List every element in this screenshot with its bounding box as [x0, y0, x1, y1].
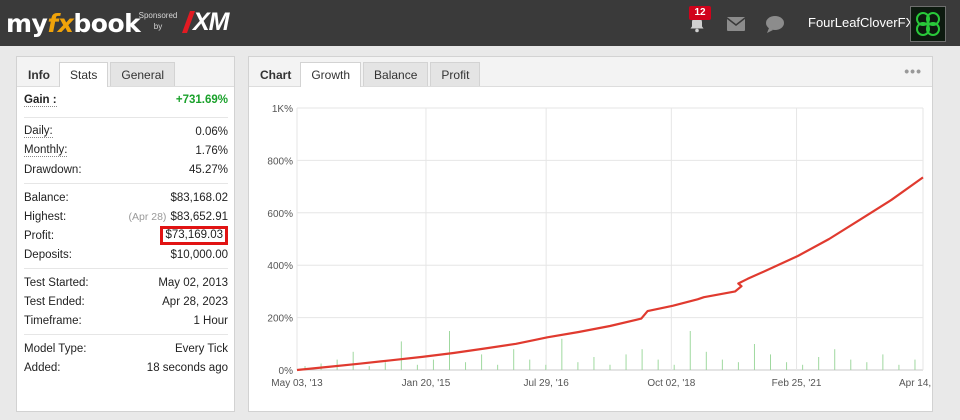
logo-text: myfxbook: [6, 8, 141, 38]
model-type-value: Every Tick: [174, 342, 228, 355]
monthly-value: 1.76%: [195, 144, 228, 157]
added-row: Added: 18 seconds ago: [24, 358, 228, 377]
divider: [24, 183, 228, 184]
added-label: Added:: [24, 361, 61, 374]
mail-icon[interactable]: [727, 17, 745, 31]
stats-panel: Info Stats General Gain : +731.69% Daily…: [16, 56, 235, 412]
highest-date: (Apr 28): [128, 210, 167, 223]
growth-line: [296, 176, 924, 372]
tab-chart[interactable]: Chart: [253, 62, 298, 86]
divider: [24, 334, 228, 335]
tab-balance[interactable]: Balance: [363, 62, 429, 86]
tab-general[interactable]: General: [110, 62, 176, 86]
myfxbook-logo[interactable]: myfxbook: [6, 6, 141, 40]
tab-stats[interactable]: Stats: [59, 62, 109, 87]
tab-info[interactable]: Info: [21, 62, 57, 86]
x-tick-label: Jul 29, '16: [524, 378, 570, 389]
tab-growth[interactable]: Growth: [300, 62, 362, 87]
divider: [24, 268, 228, 269]
growth-chart: 0% 200% 400% 600% 800% 1K% May 03, '13 Jan 20, …: [249, 88, 947, 411]
drawdown-value: 45.27%: [188, 163, 228, 176]
x-tick-label: May 03, '13: [271, 378, 323, 389]
gain-value: +731.69%: [175, 94, 228, 106]
growth-chart-svg[interactable]: 0% 200% 400% 600% 800% 1K% May 03, '13 Jan 20, …: [249, 88, 947, 411]
timeframe-value: 1 Hour: [193, 314, 228, 327]
chart-tabs: Chart Growth Balance Profit •••: [249, 57, 932, 87]
chat-icon[interactable]: [765, 15, 785, 33]
y-tick-label: 400%: [267, 261, 293, 272]
gain-label[interactable]: Gain :: [24, 94, 57, 107]
y-tick-label: 0%: [279, 366, 294, 377]
x-tick-label: Jan 20, '15: [402, 378, 451, 389]
test-ended-label: Test Ended:: [24, 295, 85, 308]
y-tick-label: 200%: [267, 314, 293, 325]
stats-list: Gain : +731.69% Daily: 0.06% Monthly: 1.…: [17, 87, 234, 377]
gain-row: Gain : +731.69%: [24, 87, 228, 113]
drawdown-row: Drawdown: 45.27%: [24, 160, 228, 179]
divider: [24, 117, 228, 118]
balance-label: Balance:: [24, 191, 69, 204]
stats-tabs: Info Stats General: [17, 57, 234, 87]
daily-value: 0.06%: [195, 125, 228, 138]
monthly-label[interactable]: Monthly:: [24, 144, 68, 157]
profit-label: Profit:: [24, 229, 55, 242]
y-tick-label: 800%: [267, 156, 293, 167]
added-value: 18 seconds ago: [146, 361, 228, 374]
test-ended-row: Test Ended: Apr 28, 2023: [24, 292, 228, 311]
timeframe-row: Timeframe: 1 Hour: [24, 311, 228, 330]
four-leaf-clover-icon: [916, 12, 940, 36]
x-tick-label: Apr 14, '23: [899, 378, 932, 389]
test-started-row: Test Started: May 02, 2013: [24, 273, 228, 292]
more-options-icon[interactable]: •••: [904, 63, 922, 79]
profit-value: $73,169.03: [160, 226, 228, 245]
test-started-label: Test Started:: [24, 276, 89, 289]
model-type-row: Model Type: Every Tick: [24, 339, 228, 358]
deposits-row: Deposits: $10,000.00: [24, 245, 228, 264]
deposits-value: $10,000.00: [170, 248, 228, 261]
sponsor-label: Sponsored by: [138, 11, 178, 31]
deposits-label: Deposits:: [24, 248, 72, 261]
y-tick-label: 600%: [267, 209, 293, 220]
highest-value-wrap: (Apr 28) $83,652.91: [129, 211, 229, 223]
balance-value: $83,168.02: [170, 191, 228, 204]
notification-badge[interactable]: 12: [689, 6, 711, 20]
balance-row: Balance: $83,168.02: [24, 188, 228, 207]
tab-profit[interactable]: Profit: [430, 62, 481, 86]
chart-panel: Chart Growth Balance Profit ••• 0% 200% 40…: [248, 56, 947, 412]
timeframe-label: Timeframe:: [24, 314, 82, 327]
highest-value: $83,652.91: [170, 210, 228, 223]
highest-label: Highest:: [24, 210, 67, 223]
daily-label[interactable]: Daily:: [24, 125, 53, 138]
profit-row: Profit: $73,169.03: [24, 226, 228, 245]
top-bar: myfxbook Sponsored by XM 12 FourLeafClov…: [0, 0, 960, 46]
x-tick-label: Feb 25, '21: [772, 378, 822, 389]
drawdown-label: Drawdown:: [24, 163, 82, 176]
test-started-value: May 02, 2013: [158, 276, 228, 289]
highest-row: Highest: (Apr 28) $83,652.91: [24, 207, 228, 226]
xm-sponsor-logo[interactable]: XM: [181, 8, 229, 36]
x-tick-label: Oct 02, '18: [647, 378, 695, 389]
monthly-row: Monthly: 1.76%: [24, 141, 228, 160]
daily-row: Daily: 0.06%: [24, 122, 228, 141]
y-tick-label: 1K%: [272, 104, 293, 115]
avatar[interactable]: [910, 6, 946, 42]
test-ended-value: Apr 28, 2023: [162, 295, 228, 308]
model-type-label: Model Type:: [24, 342, 87, 355]
username-link[interactable]: FourLeafCloverFX: [808, 15, 914, 30]
